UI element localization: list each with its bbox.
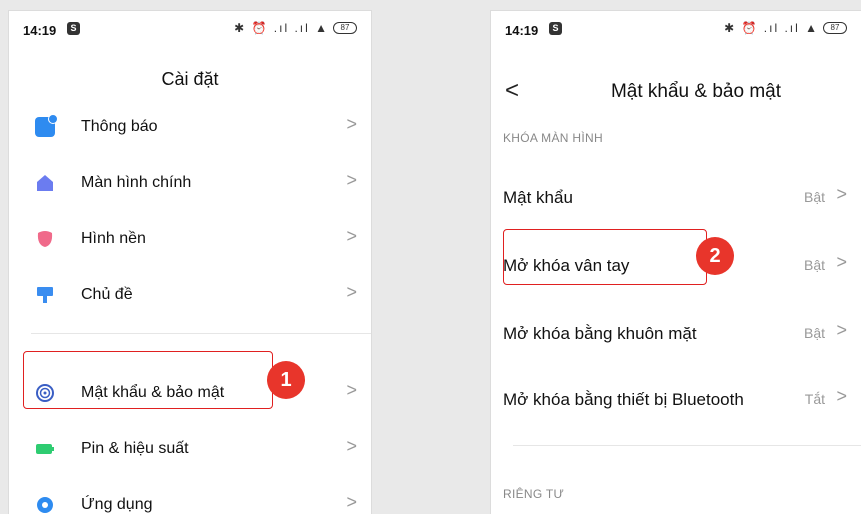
settings-item-label: Pin & hiệu suất bbox=[81, 440, 189, 457]
status-bar: 14:19 S ✱ ⏰ .ıl .ıl ▲ 87 bbox=[491, 11, 861, 45]
battery-icon bbox=[35, 439, 55, 459]
wallpaper-icon bbox=[35, 229, 55, 249]
settings-item-home-screen[interactable]: Màn hình chính > bbox=[9, 155, 371, 211]
item-label: Mở khóa bằng thiết bị Bluetooth bbox=[503, 390, 744, 409]
settings-item-label: Màn hình chính bbox=[81, 174, 192, 191]
section-header-lock-screen: KHÓA MÀN HÌNH bbox=[503, 131, 603, 145]
chevron-right-icon: > bbox=[346, 436, 357, 456]
chevron-right-icon: > bbox=[346, 282, 357, 302]
signal-icons: ✱ ⏰ .ıl .ıl ▲ bbox=[724, 21, 819, 35]
item-value: Bật bbox=[803, 325, 825, 341]
chevron-right-icon: > bbox=[836, 386, 847, 406]
signal-icons: ✱ ⏰ .ıl .ıl ▲ bbox=[234, 21, 329, 35]
item-bluetooth-unlock[interactable]: Mở khóa bằng thiết bị Bluetooth Tắt > bbox=[491, 371, 861, 427]
status-icons: ✱ ⏰ .ıl .ıl ▲ 87 bbox=[724, 21, 847, 35]
sim-icon: S bbox=[549, 22, 562, 35]
chevron-right-icon: > bbox=[346, 170, 357, 190]
item-label: Mở khóa bằng khuôn mặt bbox=[503, 324, 697, 343]
divider bbox=[31, 333, 371, 334]
settings-item-theme[interactable]: Chủ đề > bbox=[9, 267, 371, 323]
item-face-unlock[interactable]: Mở khóa bằng khuôn mặt Bật > bbox=[491, 305, 861, 361]
item-label: Mật khẩu bbox=[503, 188, 573, 207]
item-password[interactable]: Mật khẩu Bật > bbox=[491, 169, 861, 225]
chevron-right-icon: > bbox=[346, 380, 357, 400]
status-bar: 14:19 S ✱ ⏰ .ıl .ıl ▲ 87 bbox=[9, 11, 371, 45]
settings-item-apps[interactable]: Ứng dụng > bbox=[9, 477, 371, 514]
settings-item-wallpaper[interactable]: Hình nền > bbox=[9, 211, 371, 267]
step-badge-2: 2 bbox=[696, 237, 734, 275]
chevron-right-icon: > bbox=[836, 252, 847, 272]
page-title: Cài đặt bbox=[161, 69, 219, 89]
step-badge-1: 1 bbox=[267, 361, 305, 399]
chevron-right-icon: > bbox=[346, 226, 357, 246]
item-value: Tắt bbox=[804, 391, 825, 407]
settings-screen: 14:19 S ✱ ⏰ .ıl .ıl ▲ 87 Cài đặt Thông b… bbox=[8, 10, 372, 514]
chevron-right-icon: > bbox=[836, 320, 847, 340]
status-time: 14:19 bbox=[23, 23, 57, 38]
settings-item-notifications[interactable]: Thông báo > bbox=[9, 99, 371, 155]
settings-item-label: Thông báo bbox=[81, 118, 158, 135]
settings-item-label: Hình nền bbox=[81, 230, 146, 247]
settings-item-label: Chủ đề bbox=[81, 286, 133, 303]
item-value: Bật bbox=[803, 189, 825, 205]
status-icons: ✱ ⏰ .ıl .ıl ▲ 87 bbox=[234, 21, 357, 35]
page-title: Mật khẩu & bảo mật bbox=[610, 81, 782, 102]
chevron-right-icon: > bbox=[346, 492, 357, 512]
password-security-screen: 14:19 S ✱ ⏰ .ıl .ıl ▲ 87 < Mật khẩu & bả… bbox=[490, 10, 861, 514]
battery-indicator: 87 bbox=[333, 22, 357, 34]
divider bbox=[513, 445, 861, 446]
apps-icon bbox=[35, 495, 55, 514]
back-arrow-icon[interactable]: < bbox=[505, 77, 519, 105]
status-time: 14:19 bbox=[505, 23, 539, 38]
highlight-box bbox=[503, 229, 707, 285]
settings-item-label: Ứng dụng bbox=[81, 496, 153, 513]
sim-icon: S bbox=[67, 22, 80, 35]
section-header-privacy: RIÊNG TƯ bbox=[503, 487, 565, 501]
theme-icon bbox=[35, 285, 55, 305]
chevron-right-icon: > bbox=[346, 114, 357, 134]
home-icon bbox=[35, 173, 55, 193]
item-value: Bật bbox=[803, 257, 825, 273]
notification-icon bbox=[35, 114, 58, 137]
chevron-right-icon: > bbox=[836, 184, 847, 204]
highlight-box bbox=[23, 351, 273, 409]
settings-item-battery[interactable]: Pin & hiệu suất > bbox=[9, 421, 371, 477]
battery-indicator: 87 bbox=[823, 22, 847, 34]
